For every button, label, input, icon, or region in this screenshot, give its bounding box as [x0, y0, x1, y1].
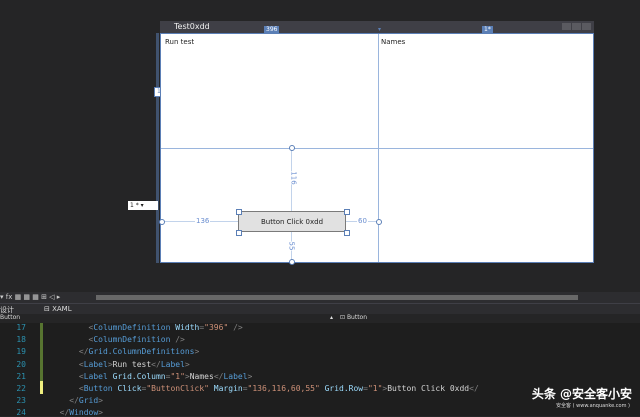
line-number: 17	[16, 323, 26, 332]
watermark-sub: 安全客 ( www.anquanke.com )	[556, 403, 630, 409]
resize-handle[interactable]	[344, 209, 350, 215]
anchor-bottom-icon[interactable]	[289, 259, 295, 265]
anchor-top-icon[interactable]	[289, 145, 295, 151]
tab-xaml[interactable]: ⊟ XAML	[44, 305, 72, 313]
margin-left-value: 136	[195, 217, 211, 225]
horizontal-scrollbar[interactable]	[96, 295, 578, 300]
line-number: 23	[16, 396, 26, 406]
designer-toolbar: ▾ fx ▦ ▦ ▦ ⊞ ◁ ▸	[0, 292, 640, 303]
collapse-icon[interactable]: ▴	[330, 314, 333, 321]
resize-handle[interactable]	[236, 230, 242, 236]
close-icon	[582, 23, 591, 30]
designer-button-label: Button Click 0xdd	[260, 217, 324, 226]
change-bar-current	[40, 381, 43, 394]
line-number: 20	[16, 359, 26, 369]
label-run-test[interactable]: Run test	[165, 38, 194, 46]
margin-right-value: 60	[357, 217, 368, 225]
resize-handle[interactable]	[236, 209, 242, 215]
line-number: 21	[16, 371, 26, 381]
margin-top-value: 116	[289, 171, 298, 185]
row-gridline[interactable]	[161, 148, 593, 149]
anchor-right-icon[interactable]	[376, 219, 382, 225]
code-line[interactable]: <Label Grid.Column="1">Names</Label>	[50, 372, 252, 381]
code-line[interactable]: <Button Click="ButtonClick" Margin="136,…	[50, 384, 479, 393]
design-surface: Test0xdd 396 ▾ 1* 1 Run test Names 136 1…	[0, 0, 640, 292]
code-line[interactable]: <ColumnDefinition />	[50, 335, 185, 344]
change-bar	[40, 323, 43, 387]
margin-bottom-value: 55	[287, 241, 296, 251]
minimize-icon	[562, 23, 571, 30]
row-height-control[interactable]: 1 * ▾	[128, 201, 158, 210]
code-line[interactable]: <Label>Run test</Label>	[50, 360, 190, 369]
line-number: 22	[16, 384, 26, 393]
window-client-area: Run test Names 136 116 60 55 Button Clic…	[159, 33, 594, 265]
line-number: 19	[16, 347, 26, 357]
watermark: 头条 @安全客小安	[531, 387, 632, 401]
xaml-editor[interactable]: 17 <ColumnDefinition Width="396" /> 18 <C…	[0, 323, 640, 417]
toolbar-icons[interactable]: ▾ fx ▦ ▦ ▦ ⊞ ◁ ▸	[0, 293, 60, 301]
label-names[interactable]: Names	[381, 38, 405, 46]
element-selector-right[interactable]: ⊡ Button	[340, 314, 367, 321]
code-line[interactable]: </Grid>	[50, 396, 103, 405]
element-selector-left[interactable]: Button	[0, 314, 20, 321]
code-line[interactable]: </Grid.ColumnDefinitions>	[50, 347, 199, 356]
window-title: Test0xdd	[174, 22, 210, 31]
anchor-left-icon[interactable]	[159, 219, 165, 225]
row-rail[interactable]	[156, 33, 159, 263]
code-line[interactable]: <ColumnDefinition Width="396" />	[50, 323, 243, 332]
breadcrumb: Button ▴ ⊡ Button	[0, 314, 640, 323]
resize-handle[interactable]	[344, 230, 350, 236]
maximize-icon	[572, 23, 581, 30]
designer-button[interactable]: Button Click 0xdd	[238, 211, 346, 232]
line-number: 18	[16, 335, 26, 345]
